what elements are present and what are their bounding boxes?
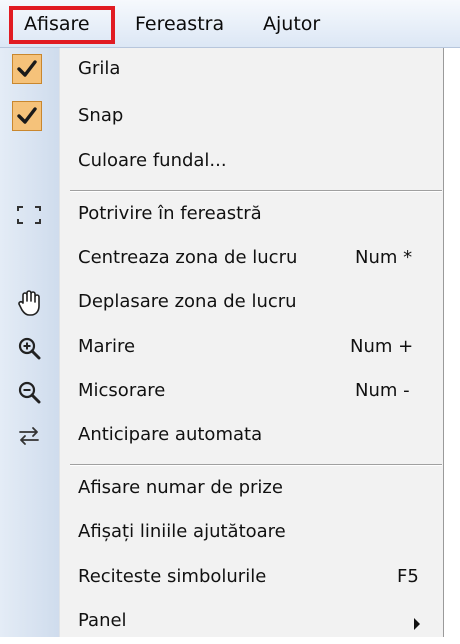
menu-item-snap[interactable]: Snap <box>0 95 443 139</box>
menu-item-micsorare[interactable]: Micsorare Num - <box>0 370 443 414</box>
menu-item-label: Deplasare zona de lucru <box>78 291 297 312</box>
menu-item-label: Anticipare automata <box>78 424 263 445</box>
checkmark-icon <box>12 101 42 131</box>
menu-item-potrivire-fereastra[interactable]: Potrivire în fereastră <box>0 193 443 237</box>
shortcut-label: Num * <box>355 247 413 268</box>
menu-item-centreaza[interactable]: Centreaza zona de lucru Num * <box>0 237 443 281</box>
menu-item-label: Afișați liniile ajutătoare <box>78 521 286 542</box>
menu-separator <box>70 190 442 192</box>
menu-item-afisare-prize[interactable]: Afisare numar de prize <box>0 467 443 511</box>
afisare-dropdown-menu: Grila Snap Culoare fundal... Potrivire î… <box>0 48 444 637</box>
menu-item-label: Snap <box>78 105 124 126</box>
shortcut-label: F5 <box>397 566 419 587</box>
menu-item-grila[interactable]: Grila <box>0 48 443 92</box>
fit-window-icon <box>12 198 46 232</box>
menu-item-marire[interactable]: Marire Num + <box>0 326 443 370</box>
menu-item-label: Micsorare <box>78 380 166 401</box>
menu-fereastra[interactable]: Fereastra <box>135 12 224 36</box>
menu-separator <box>70 464 442 466</box>
menu-bar: Afisare Fereastra Ajutor <box>0 0 460 48</box>
menu-item-label: Centreaza zona de lucru <box>78 247 298 268</box>
auto-anticipate-icon <box>12 419 46 453</box>
menu-item-label: Potrivire în fereastră <box>78 203 262 224</box>
menu-item-liniile-ajutatoare[interactable]: Afișați liniile ajutătoare <box>0 511 443 555</box>
menu-item-label: Reciteste simbolurile <box>78 566 267 587</box>
submenu-arrow-icon <box>413 615 421 634</box>
highlight-annotation <box>9 6 115 44</box>
menu-item-label: Grila <box>78 58 121 79</box>
menu-item-reciteste-simbolurile[interactable]: Reciteste simbolurile F5 <box>0 556 443 600</box>
menu-item-label: Afisare numar de prize <box>78 477 283 498</box>
menu-item-label: Panel <box>78 610 127 631</box>
menu-item-anticipare[interactable]: Anticipare automata <box>0 414 443 458</box>
menu-item-deplasare[interactable]: Deplasare zona de lucru <box>0 281 443 325</box>
menu-item-label: Marire <box>78 336 136 357</box>
menu-item-label: Culoare fundal... <box>78 150 227 171</box>
zoom-out-icon <box>12 375 46 409</box>
zoom-in-icon <box>12 331 46 365</box>
hand-pan-icon <box>12 286 46 320</box>
menu-ajutor[interactable]: Ajutor <box>263 12 320 36</box>
menu-item-culoare-fundal[interactable]: Culoare fundal... <box>0 140 443 184</box>
shortcut-label: Num - <box>355 380 410 401</box>
shortcut-label: Num + <box>350 336 414 357</box>
checkmark-icon <box>12 54 42 84</box>
menu-item-panel[interactable]: Panel <box>0 600 443 644</box>
